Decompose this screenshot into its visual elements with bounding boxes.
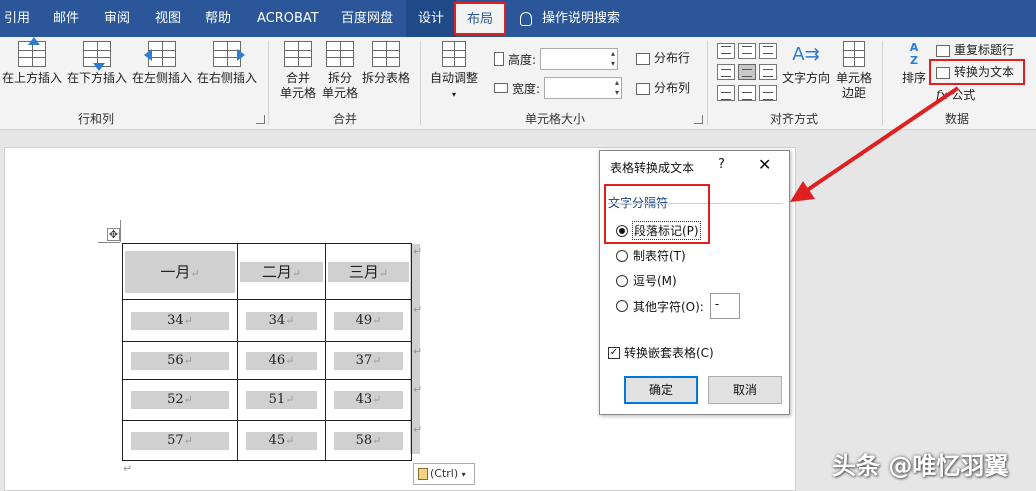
radio-commas-label: 逗号(M): [633, 274, 677, 288]
radio-commas[interactable]: 逗号(M): [616, 272, 677, 289]
cancel-button[interactable]: 取消: [708, 376, 782, 404]
convert-nested-label: 转换嵌套表格(C): [624, 346, 714, 360]
radio-other-label: 其他字符(O):: [633, 299, 704, 314]
convert-nested-tables-checkbox[interactable]: ✓ 转换嵌套表格(C): [608, 344, 714, 361]
red-arrow-head: [790, 181, 815, 202]
radio-other-character[interactable]: 其他字符(O): -: [616, 293, 740, 319]
watermark: 头条 @唯忆羽翼: [832, 452, 1009, 480]
ok-button[interactable]: 确定: [624, 376, 698, 404]
help-icon[interactable]: ?: [718, 157, 725, 172]
radio-indicator: [616, 300, 628, 312]
radio-indicator: [616, 274, 628, 287]
radio-tabs-label: 制表符(T): [633, 249, 686, 263]
red-arrow-annotation: [790, 86, 960, 202]
separator-highlight-box: [604, 184, 710, 244]
checkmark-icon: ✓: [608, 346, 620, 359]
other-character-input[interactable]: -: [709, 293, 740, 319]
red-arrow-line: [798, 86, 960, 197]
dialog-title: 表格转换成文本: [610, 161, 695, 175]
close-icon[interactable]: ✕: [758, 155, 771, 174]
radio-tabs[interactable]: 制表符(T): [616, 247, 686, 264]
radio-indicator: [616, 249, 628, 262]
